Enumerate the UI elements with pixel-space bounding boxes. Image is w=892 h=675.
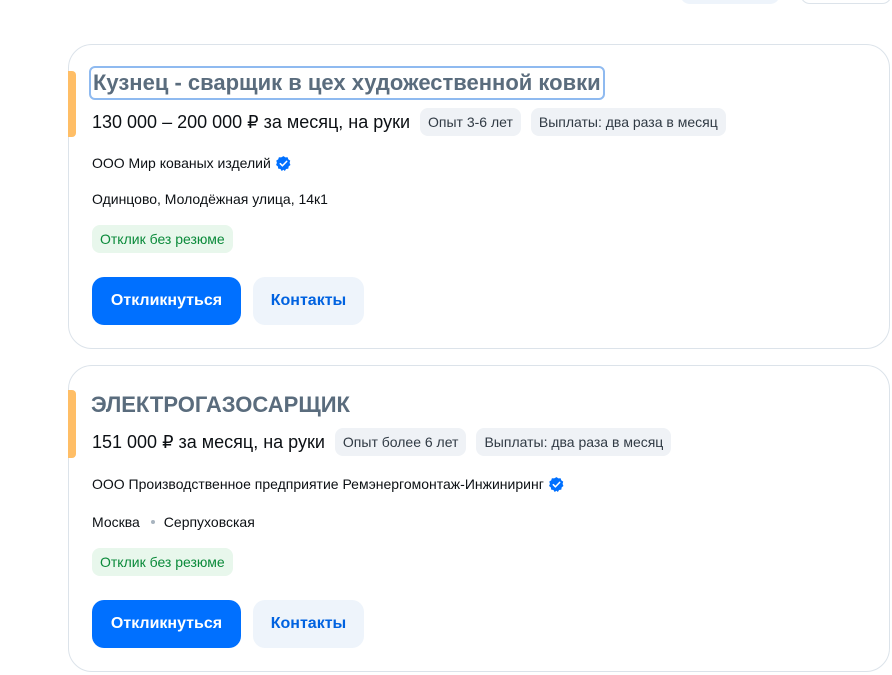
separator-dot: [150, 520, 155, 524]
vacancy-title-link[interactable]: ЭЛЕКТРОГАЗОСАРЩИК: [91, 390, 350, 420]
address: Одинцово, Молодёжная улица, 14к1: [92, 189, 328, 209]
payouts-chip: Выплаты: два раза в месяц: [530, 108, 726, 136]
top-action-button[interactable]: [680, 0, 780, 4]
vacancy-title-link[interactable]: Кузнец - сварщик в цех художественной ко…: [89, 66, 605, 100]
experience-chip: Опыт более 6 лет: [334, 428, 467, 456]
no-resume-badge: Отклик без резюме: [92, 225, 233, 253]
verified-check-icon: [275, 155, 291, 171]
card-actions: Откликнуться Контакты: [92, 277, 364, 325]
no-resume-badge: Отклик без резюме: [92, 548, 233, 576]
salary-row: 151 000 ₽ за месяц, на руки Опыт более 6…: [92, 428, 672, 456]
top-toggle-button[interactable]: [800, 0, 892, 4]
contacts-button[interactable]: Контакты: [253, 600, 364, 648]
vacancy-list: Кузнец - сварщик в цех художественной ко…: [0, 0, 892, 675]
vacancy-card: Кузнец - сварщик в цех художественной ко…: [68, 44, 890, 349]
card-actions: Откликнуться Контакты: [92, 600, 364, 648]
salary: 130 000 – 200 000 ₽ за месяц, на руки: [92, 112, 410, 132]
card-accent-bar: [68, 390, 76, 458]
salary: 151 000 ₽ за месяц, на руки: [92, 432, 325, 452]
address-text: Одинцово, Молодёжная улица, 14к1: [92, 191, 328, 207]
payouts-chip: Выплаты: два раза в месяц: [476, 428, 672, 456]
company-link[interactable]: ООО Мир кованых изделий: [92, 153, 271, 173]
respond-button[interactable]: Откликнуться: [92, 600, 241, 648]
salary-row: 130 000 – 200 000 ₽ за месяц, на руки Оп…: [92, 108, 726, 136]
experience-chip: Опыт 3-6 лет: [420, 108, 521, 136]
card-accent-bar: [68, 71, 76, 137]
company-row: ООО Производственное предприятие Ремэнер…: [92, 474, 565, 494]
company-row: ООО Мир кованых изделий: [92, 153, 292, 173]
respond-button[interactable]: Откликнуться: [92, 277, 241, 325]
contacts-button[interactable]: Контакты: [253, 277, 364, 325]
verified-check-icon: [548, 476, 564, 492]
address-city: Москва: [92, 514, 140, 530]
address: Москва Серпуховская: [92, 512, 255, 532]
vacancy-card: ЭЛЕКТРОГАЗОСАРЩИК 151 000 ₽ за месяц, на…: [68, 365, 890, 672]
company-link[interactable]: ООО Производственное предприятие Ремэнер…: [92, 474, 544, 494]
metro-station: Серпуховская: [163, 514, 255, 530]
